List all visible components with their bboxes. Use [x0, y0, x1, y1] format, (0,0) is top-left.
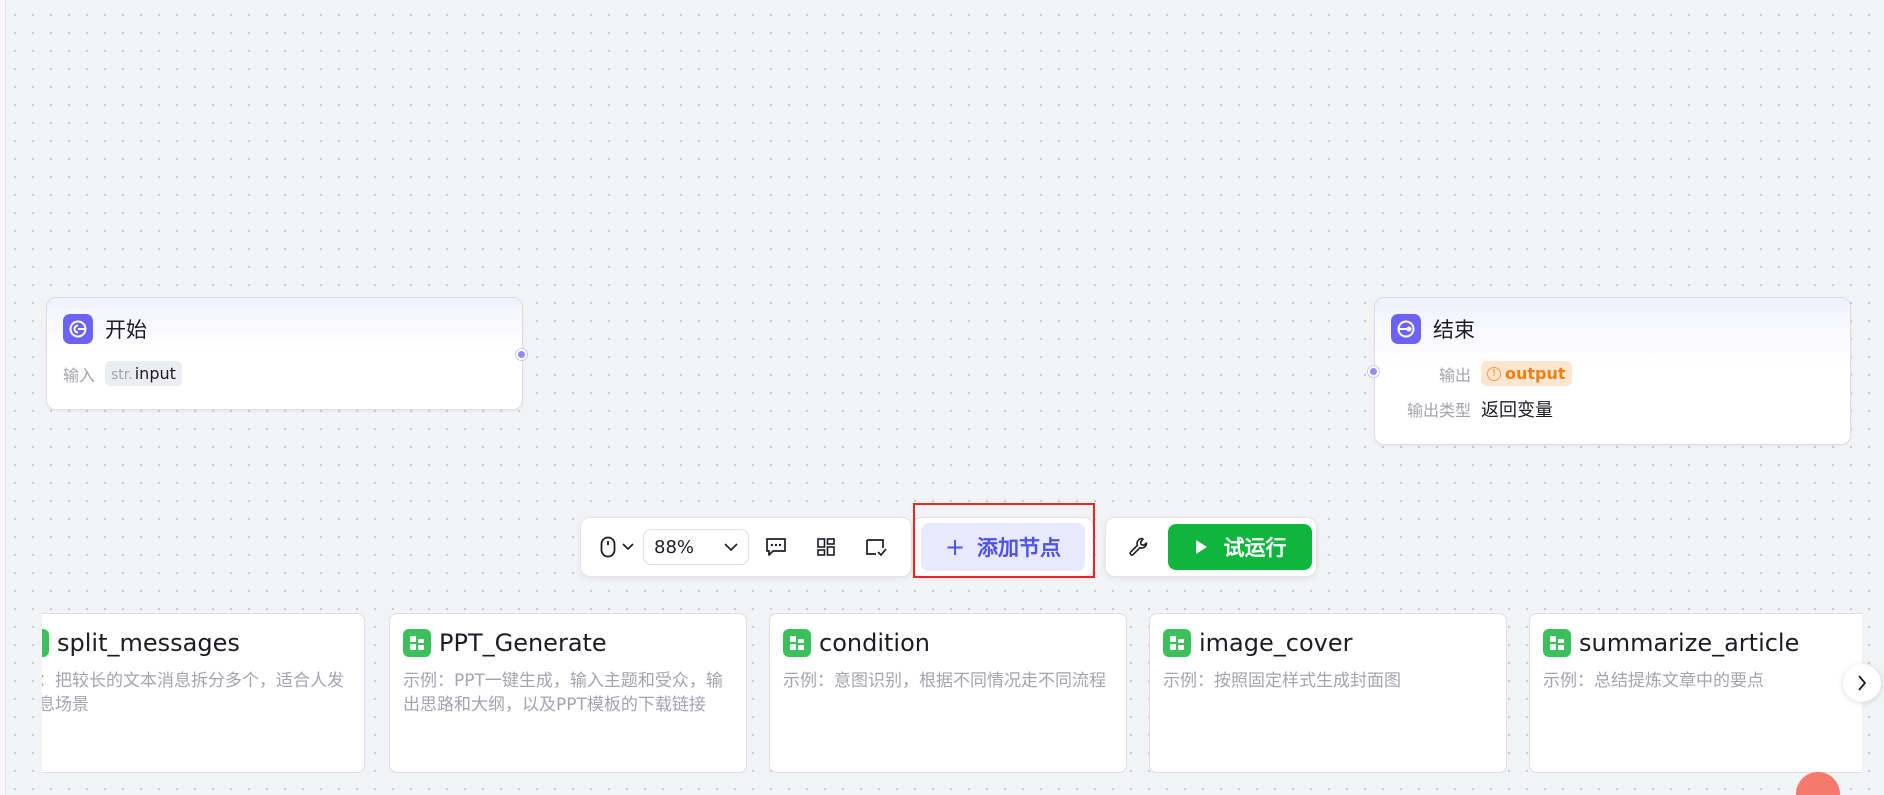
plugin-card[interactable]: summarize_article 示例：总结提炼文章中的要点	[1529, 613, 1862, 773]
plugin-card-title: split_messages	[57, 629, 240, 657]
plugin-card-list: split_messages 例：把较长的文本消息拆分多个，适合人发消息场景 P…	[42, 600, 1862, 795]
next-cards-button[interactable]	[1843, 664, 1881, 702]
run-toolbar: 试运行	[1105, 517, 1317, 577]
comment-button[interactable]	[751, 529, 801, 565]
layout-icon	[817, 538, 835, 556]
plugin-card[interactable]: image_cover 示例：按照固定样式生成封面图	[1149, 613, 1507, 773]
mouse-icon	[600, 536, 616, 558]
settings-button[interactable]	[1118, 527, 1160, 567]
minimap-button[interactable]	[851, 529, 901, 565]
output-label: 输出	[1438, 365, 1471, 385]
workflow-icon	[42, 629, 49, 657]
output-type-label: 输出类型	[1406, 401, 1471, 420]
workflow-icon	[1163, 629, 1191, 657]
wrench-icon	[1129, 537, 1148, 556]
warning-icon: !	[1487, 366, 1501, 381]
zoom-value: 88%	[654, 536, 695, 558]
input-type: str.	[111, 367, 133, 383]
test-run-button[interactable]: 试运行	[1168, 524, 1312, 570]
plugin-card-desc: 例：把较长的文本消息拆分多个，适合人发消息场景	[42, 671, 344, 715]
output-type-value: 返回变量	[1481, 400, 1553, 421]
plugin-card-title: condition	[819, 629, 930, 657]
chevron-down-icon	[622, 543, 634, 551]
start-node[interactable]: 开始 输入 str. input	[46, 297, 523, 410]
plugin-card-title: summarize_article	[1579, 629, 1800, 657]
end-node-input-port[interactable]	[1368, 366, 1379, 377]
zoom-select[interactable]: 88%	[643, 529, 749, 565]
plugin-card-desc: 示例：总结提炼文章中的要点	[1543, 671, 1764, 691]
plugin-card[interactable]: PPT_Generate 示例：PPT一键生成，输入主题和受众，输出思路和大纲，…	[389, 613, 747, 773]
comment-icon	[766, 538, 786, 556]
workflow-icon	[783, 629, 811, 657]
output-variable-chip[interactable]: ! output	[1481, 361, 1572, 386]
canvas-toolbar: 88%	[580, 517, 912, 577]
workflow-icon	[403, 629, 431, 657]
plugin-card-title: image_cover	[1199, 629, 1353, 657]
start-node-icon	[63, 314, 93, 344]
run-label: 试运行	[1223, 536, 1287, 560]
output-name: output	[1505, 364, 1566, 383]
chevron-down-icon	[724, 543, 738, 551]
input-name: input	[134, 364, 176, 383]
start-node-title: 开始	[105, 318, 147, 342]
end-node-title: 结束	[1433, 318, 1475, 342]
interaction-mode-button[interactable]	[595, 529, 639, 565]
plugin-card[interactable]: split_messages 例：把较长的文本消息拆分多个，适合人发消息场景	[42, 613, 365, 773]
workflow-icon	[1543, 629, 1571, 657]
minimap-icon	[866, 539, 887, 557]
plugin-card-desc: 示例：PPT一键生成，输入主题和受众，输出思路和大纲，以及PPT模板的下载链接	[403, 671, 723, 715]
canvas-left-border	[0, 0, 6, 795]
play-icon	[1195, 540, 1207, 554]
auto-layout-button[interactable]	[801, 529, 851, 565]
plugin-card-desc: 示例：意图识别，根据不同情况走不同流程	[783, 671, 1106, 691]
chevron-right-icon	[1858, 675, 1867, 691]
plugin-card[interactable]: condition 示例：意图识别，根据不同情况走不同流程	[769, 613, 1127, 773]
plugin-card-title: PPT_Generate	[439, 629, 607, 657]
input-variable-chip: str. input	[105, 361, 182, 386]
plugin-card-desc: 示例：按照固定样式生成封面图	[1163, 671, 1401, 691]
input-label: 输入	[63, 365, 96, 385]
highlight-box	[913, 503, 1095, 578]
end-node-icon	[1391, 314, 1421, 344]
start-node-output-port[interactable]	[516, 349, 527, 360]
end-node[interactable]: 结束 输出 ! output 输出类型 返回变量	[1374, 297, 1851, 445]
